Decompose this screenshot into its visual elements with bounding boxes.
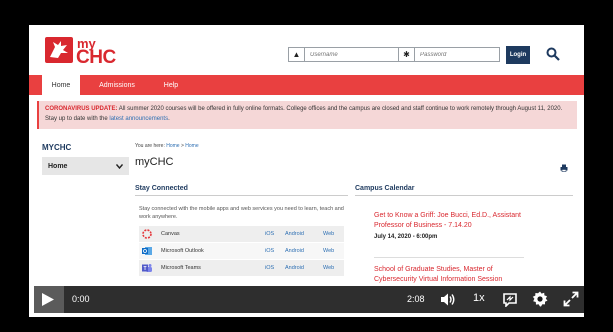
calendar-event: Get to Know a Griff: Joe Bucci, Ed.D., A… <box>374 211 524 240</box>
event-title-link[interactable]: Get to Know a Griff: Joe Bucci, Ed.D., A… <box>374 211 524 231</box>
password-field-wrapper: ✱ <box>398 47 500 62</box>
app-name: Canvas <box>161 231 180 237</box>
playback-speed-button[interactable]: 1x <box>473 292 485 304</box>
outlook-icon <box>142 246 152 256</box>
tab-help[interactable]: Help <box>157 75 185 95</box>
current-time: 0:00 <box>72 294 90 304</box>
griffin-icon <box>45 37 73 63</box>
breadcrumb-separator: > <box>180 143 184 149</box>
user-icon: ▲ <box>289 48 305 61</box>
android-link[interactable]: Android <box>285 248 323 254</box>
password-input[interactable] <box>415 48 495 61</box>
latest-announcements-link[interactable]: latest announcements <box>109 116 168 122</box>
app-name: Microsoft Outlook <box>161 248 204 254</box>
table-row: Canvas iOS Android Web <box>139 226 344 243</box>
breadcrumb: You are here: Home > Home <box>135 143 199 149</box>
logo-text-chc: CHC <box>76 47 116 68</box>
divider <box>374 257 524 258</box>
campus-calendar-heading: Campus Calendar <box>355 185 415 192</box>
sidebar-title: MYCHC <box>42 143 72 152</box>
ios-link[interactable]: iOS <box>265 265 285 271</box>
event-date: July 14, 2020 - 6:00pm <box>374 234 438 240</box>
fullscreen-icon[interactable] <box>563 291 579 307</box>
breadcrumb-item[interactable]: Home <box>185 143 198 149</box>
alert-lead: CORONAVIRUS UPDATE: <box>45 106 118 112</box>
main-nav: Home Admissions Help <box>29 75 584 95</box>
ios-link[interactable]: iOS <box>265 248 285 254</box>
sidebar-select-value: Home <box>48 162 68 170</box>
divider <box>135 195 348 196</box>
tab-home[interactable]: Home <box>42 75 80 95</box>
captions-icon[interactable] <box>502 292 518 307</box>
stay-connected-description: Stay connected with the mobile apps and … <box>139 206 344 220</box>
teams-icon: T <box>142 263 152 273</box>
volume-icon[interactable] <box>440 292 456 307</box>
play-icon[interactable] <box>41 292 55 307</box>
page-title: myCHC <box>135 156 174 168</box>
print-icon[interactable] <box>560 164 568 172</box>
breadcrumb-item[interactable]: Home <box>166 143 179 149</box>
sidebar-select[interactable]: Home <box>42 157 129 175</box>
canvas-icon <box>142 229 152 239</box>
web-link[interactable]: Web <box>323 231 334 237</box>
event-title-link[interactable]: School of Graduate Studies, Master of Cy… <box>374 265 524 285</box>
coronavirus-alert: CORONAVIRUS UPDATE: All summer 2020 cour… <box>37 101 577 129</box>
site-header: my CHC ▲ ✱ Login <box>29 25 584 75</box>
app-name: Microsoft Teams <box>161 265 201 271</box>
android-link[interactable]: Android <box>285 231 323 237</box>
stay-connected-heading: Stay Connected <box>135 185 188 192</box>
login-button[interactable]: Login <box>506 46 530 64</box>
ios-link[interactable]: iOS <box>265 231 285 237</box>
video-control-bar: 0:00 2:08 1x <box>34 286 584 313</box>
apps-table: Canvas iOS Android Web Microsoft Outlook… <box>139 226 344 277</box>
duration: 2:08 <box>407 294 425 304</box>
tab-admissions[interactable]: Admissions <box>95 75 139 95</box>
table-row: Microsoft Outlook iOS Android Web <box>139 243 344 260</box>
web-link[interactable]: Web <box>323 265 334 271</box>
key-icon: ✱ <box>399 48 415 61</box>
alert-end: . <box>168 116 170 122</box>
calendar-event: School of Graduate Studies, Master of Cy… <box>374 265 524 285</box>
username-input[interactable] <box>305 48 385 61</box>
svg-text:T: T <box>143 266 146 272</box>
sidebar: MYCHC Home <box>42 143 129 175</box>
search-icon[interactable] <box>546 47 560 61</box>
mychc-logo[interactable]: my CHC <box>45 36 131 68</box>
breadcrumb-prefix: You are here: <box>135 143 165 149</box>
username-field-wrapper: ▲ <box>288 47 400 62</box>
chevron-down-icon <box>116 163 123 169</box>
android-link[interactable]: Android <box>285 265 323 271</box>
divider <box>355 195 573 196</box>
gear-icon[interactable] <box>532 291 548 307</box>
web-page-frame: my CHC ▲ ✱ Login Home Admissions Help CO… <box>29 25 584 317</box>
table-row: T Microsoft Teams iOS Android Web <box>139 260 344 277</box>
web-link[interactable]: Web <box>323 248 334 254</box>
